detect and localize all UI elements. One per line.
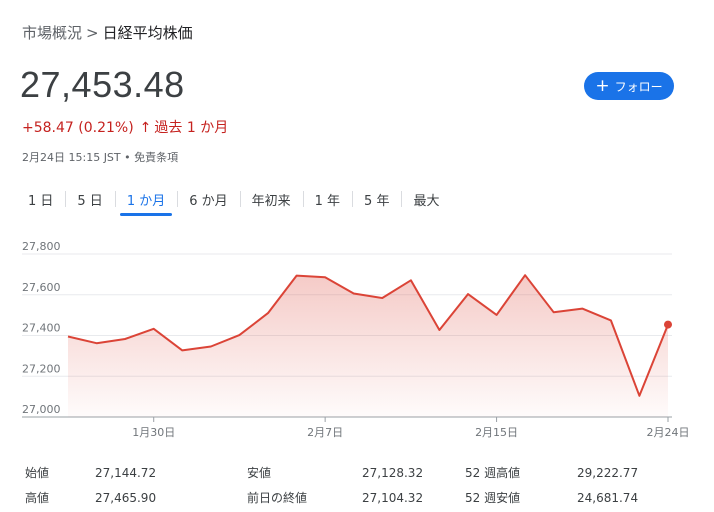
tab-max[interactable]: 最大 [401, 186, 451, 212]
breadcrumb-separator: > [86, 24, 99, 42]
tab-1y[interactable]: 1 年 [302, 186, 352, 212]
stat-value: 29,222.77 [577, 465, 639, 480]
price-chart[interactable]: 27,800 27,600 27,400 27,200 27,000 1月30日 2月7日 2… [0, 236, 714, 446]
range-tabs: 1 日 5 日 1 か月 6 か月 年初来 1 年 5 年 最大 [16, 186, 451, 216]
stats-row: 高値 27,465.90 前日の終値 27,104.32 52 週安値 24,6… [25, 485, 685, 510]
stat-value: 24,681.74 [577, 490, 639, 505]
tab-1m[interactable]: 1 か月 [114, 186, 177, 216]
quote-timestamp: 2月24日 15:15 JST • 免責条項 [22, 151, 179, 164]
plus-icon: + [595, 75, 610, 96]
y-tick-label: 27,600 [22, 281, 61, 294]
tab-5d[interactable]: 5 日 [65, 186, 114, 212]
last-price-marker [664, 320, 672, 329]
y-tick-label: 27,000 [22, 403, 61, 416]
change-period: 過去 1 か月 [154, 120, 229, 136]
breadcrumb-current: 日経平均株価 [102, 24, 193, 42]
breadcrumb-parent[interactable]: 市場概況 [22, 24, 82, 42]
y-tick-label: 27,800 [22, 240, 61, 253]
stat-value: 27,128.32 [362, 465, 424, 480]
follow-button[interactable]: + フォロー [584, 72, 674, 100]
stat-label: 52 週高値 [465, 466, 521, 480]
x-tick-label: 2月15日 [475, 426, 518, 439]
breadcrumb: 市場概況 > 日経平均株価 [22, 22, 193, 43]
stats-row: 始値 27,144.72 安値 27,128.32 52 週高値 29,222.… [25, 460, 685, 485]
follow-label: フォロー [614, 79, 663, 94]
stat-value: 27,104.32 [362, 490, 424, 505]
tab-ytd[interactable]: 年初来 [239, 186, 303, 212]
stat-label: 高値 [25, 491, 50, 505]
stats-table: 始値 27,144.72 安値 27,128.32 52 週高値 29,222.… [25, 460, 685, 510]
stat-label: 前日の終値 [247, 491, 308, 505]
tab-5y[interactable]: 5 年 [352, 186, 401, 212]
stat-label: 52 週安値 [465, 491, 521, 505]
up-arrow-icon: ↑ [139, 120, 152, 136]
current-price: 27,453.48 [20, 64, 185, 105]
stat-value: 27,144.72 [95, 465, 157, 480]
stat-label: 安値 [247, 466, 272, 480]
stat-label: 始値 [25, 466, 50, 480]
y-tick-label: 27,200 [22, 362, 61, 375]
x-tick-label: 1月30日 [132, 426, 175, 439]
y-tick-label: 27,400 [22, 322, 61, 335]
tab-6m[interactable]: 6 か月 [177, 186, 239, 212]
x-tick-label: 2月7日 [307, 426, 343, 439]
stat-value: 27,465.90 [95, 490, 157, 505]
x-tick-label: 2月24日 [647, 426, 690, 439]
price-change: +58.47 (0.21%) ↑ 過去 1 か月 [22, 117, 228, 137]
change-value: +58.47 (0.21%) [22, 120, 134, 136]
tab-1d[interactable]: 1 日 [16, 186, 65, 212]
